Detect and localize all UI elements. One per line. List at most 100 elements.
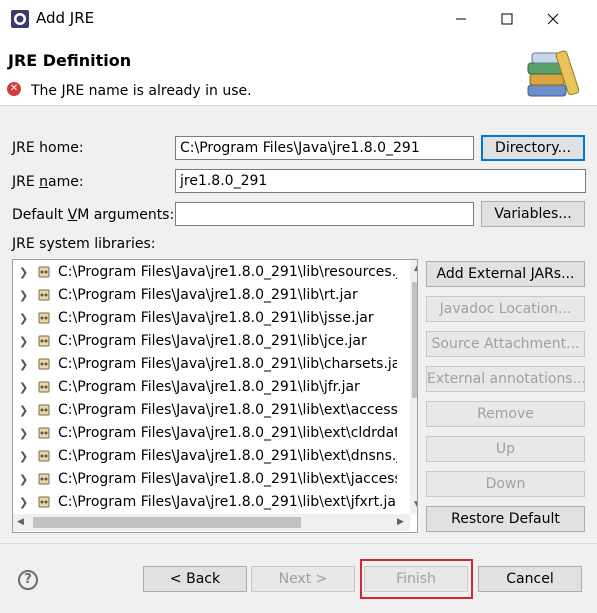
scroll-right-icon[interactable]: ▶ — [397, 517, 404, 527]
scroll-left-icon[interactable]: ◀ — [17, 517, 24, 527]
restore-default-button[interactable]: Restore Default — [426, 506, 585, 532]
library-path: C:\Program Files\Java\jre1.8.0_291\lib\r… — [58, 264, 397, 280]
minimize-button[interactable] — [438, 0, 484, 38]
error-message: The JRE name is already in use. — [31, 83, 252, 99]
add-external-jars-label: Add External JARs... — [436, 266, 575, 282]
chevron-right-icon[interactable]: ❯ — [19, 307, 29, 330]
books-icon — [527, 50, 580, 97]
library-row[interactable]: ❯ C:\Program Files\Java\jre1.8.0_291\lib\… — [13, 376, 397, 399]
jar-icon — [38, 289, 50, 301]
chevron-right-icon[interactable]: ❯ — [19, 491, 29, 514]
next-label: Next > — [278, 571, 328, 587]
remove-label: Remove — [477, 406, 534, 422]
vertical-scroll-thumb[interactable] — [412, 282, 417, 398]
library-row[interactable]: ❯ C:\Program Files\Java\jre1.8.0_291\lib\… — [13, 353, 397, 376]
scroll-down-icon[interactable]: ▼ — [414, 500, 417, 510]
cancel-button[interactable]: Cancel — [478, 566, 582, 592]
source-attachment-label: Source Attachment... — [431, 336, 580, 352]
dialog-header: JRE Definition ✕ The JRE name is already… — [0, 38, 597, 106]
library-path: C:\Program Files\Java\jre1.8.0_291\lib\c… — [58, 356, 397, 372]
jre-name-label: JRE name: — [12, 174, 84, 190]
directory-button-label: Directory... — [495, 140, 571, 156]
variables-button-label: Variables... — [494, 206, 572, 222]
eclipse-app-icon — [11, 10, 29, 28]
jar-icon — [38, 312, 50, 324]
library-path: C:\Program Files\Java\jre1.8.0_291\lib\e… — [58, 402, 397, 418]
add-external-jars-button[interactable]: Add External JARs... — [426, 261, 585, 287]
up-button[interactable]: Up — [426, 436, 585, 462]
library-row[interactable]: ❯ C:\Program Files\Java\jre1.8.0_291\lib\… — [13, 445, 397, 468]
external-annotations-button[interactable]: External annotations... — [426, 366, 585, 392]
vm-args-field[interactable] — [175, 202, 474, 226]
library-path: C:\Program Files\Java\jre1.8.0_291\lib\e… — [58, 494, 397, 510]
library-row[interactable]: ❯ C:\Program Files\Java\jre1.8.0_291\lib\… — [13, 491, 397, 514]
library-row[interactable]: ❯ C:\Program Files\Java\jre1.8.0_291\lib\… — [13, 468, 397, 491]
error-icon: ✕ — [7, 82, 21, 96]
library-path: C:\Program Files\Java\jre1.8.0_291\lib\r… — [58, 287, 358, 303]
back-label: < Back — [169, 571, 221, 587]
jar-icon — [38, 496, 50, 508]
jar-icon — [38, 450, 50, 462]
next-button[interactable]: Next > — [251, 566, 355, 592]
finish-label: Finish — [396, 571, 436, 587]
finish-button[interactable]: Finish — [364, 566, 468, 592]
library-path: C:\Program Files\Java\jre1.8.0_291\lib\j… — [58, 310, 374, 326]
remove-button[interactable]: Remove — [426, 401, 585, 427]
library-row[interactable]: ❯ C:\Program Files\Java\jre1.8.0_291\lib\… — [13, 307, 397, 330]
jar-icon — [38, 473, 50, 485]
chevron-right-icon[interactable]: ❯ — [19, 376, 29, 399]
jar-icon — [38, 381, 50, 393]
source-attachment-button[interactable]: Source Attachment... — [426, 331, 585, 357]
chevron-right-icon[interactable]: ❯ — [19, 422, 29, 445]
window-title: Add JRE — [36, 9, 95, 27]
header-title: JRE Definition — [8, 51, 132, 70]
close-icon — [547, 13, 559, 25]
maximize-button[interactable] — [484, 0, 530, 38]
variables-button[interactable]: Variables... — [481, 201, 585, 227]
chevron-right-icon[interactable]: ❯ — [19, 261, 29, 284]
jre-home-field[interactable]: C:\Program Files\Java\jre1.8.0_291 — [175, 136, 474, 160]
library-row[interactable]: ❯ C:\Program Files\Java\jre1.8.0_291\lib\… — [13, 330, 397, 353]
chevron-right-icon[interactable]: ❯ — [19, 284, 29, 307]
help-icon[interactable]: ? — [18, 570, 38, 590]
down-button[interactable]: Down — [426, 471, 585, 497]
library-path: C:\Program Files\Java\jre1.8.0_291\lib\e… — [58, 425, 397, 441]
up-label: Up — [495, 441, 516, 457]
cancel-label: Cancel — [506, 571, 554, 587]
external-annotations-label: External annotations... — [427, 371, 585, 387]
library-row[interactable]: ❯ C:\Program Files\Java\jre1.8.0_291\lib\… — [13, 261, 397, 284]
javadoc-location-label: Javadoc Location... — [439, 301, 572, 317]
horizontal-scroll-thumb[interactable] — [33, 517, 301, 528]
jar-icon — [38, 335, 50, 347]
library-path: C:\Program Files\Java\jre1.8.0_291\lib\j… — [58, 333, 367, 349]
horizontal-scrollbar[interactable]: ◀ ▶ — [13, 514, 410, 531]
library-path: C:\Program Files\Java\jre1.8.0_291\lib\j… — [58, 379, 360, 395]
jar-icon — [38, 266, 50, 278]
chevron-right-icon[interactable]: ❯ — [19, 353, 29, 376]
back-button[interactable]: < Back — [143, 566, 247, 592]
close-button[interactable] — [530, 0, 576, 38]
library-row[interactable]: ❯ C:\Program Files\Java\jre1.8.0_291\lib\… — [13, 399, 397, 422]
jre-name-field[interactable]: jre1.8.0_291 — [175, 169, 586, 193]
jar-icon — [38, 427, 50, 439]
directory-button[interactable]: Directory... — [481, 135, 585, 161]
library-row[interactable]: ❯ C:\Program Files\Java\jre1.8.0_291\lib\… — [13, 284, 397, 307]
vm-args-label: Default VM arguments: — [12, 207, 175, 223]
maximize-icon — [501, 13, 513, 25]
jre-home-label: JRE home: — [12, 140, 84, 156]
vertical-scrollbar[interactable]: ▲ ▼ — [410, 260, 417, 514]
restore-default-label: Restore Default — [451, 511, 560, 527]
chevron-right-icon[interactable]: ❯ — [19, 330, 29, 353]
library-row[interactable]: ❯ C:\Program Files\Java\jre1.8.0_291\lib\… — [13, 422, 397, 445]
javadoc-location-button[interactable]: Javadoc Location... — [426, 296, 585, 322]
jar-icon — [38, 404, 50, 416]
chevron-right-icon[interactable]: ❯ — [19, 399, 29, 422]
jar-icon — [38, 358, 50, 370]
down-label: Down — [485, 476, 526, 492]
scroll-up-icon[interactable]: ▲ — [414, 263, 417, 273]
minimize-icon — [456, 18, 466, 20]
library-tree[interactable]: ❯ C:\Program Files\Java\jre1.8.0_291\lib\… — [12, 259, 418, 533]
library-path: C:\Program Files\Java\jre1.8.0_291\lib\e… — [58, 471, 397, 487]
chevron-right-icon[interactable]: ❯ — [19, 445, 29, 468]
chevron-right-icon[interactable]: ❯ — [19, 468, 29, 491]
